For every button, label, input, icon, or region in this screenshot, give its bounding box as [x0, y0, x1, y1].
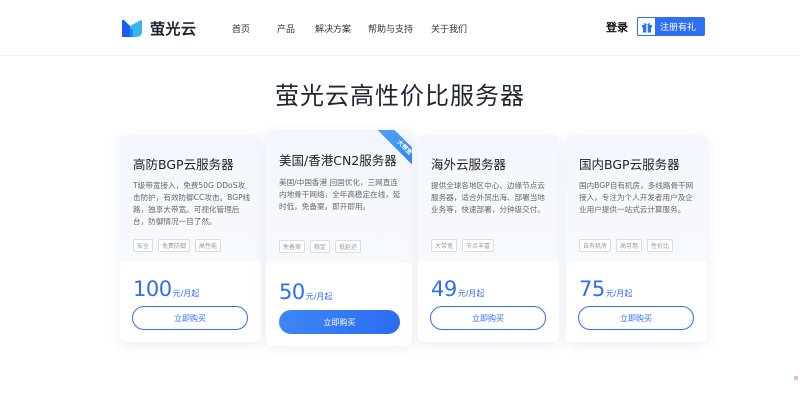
- firefly-logo-icon: [122, 19, 142, 37]
- tag: 高可用: [616, 239, 643, 252]
- card-price: 50 元/月起: [279, 280, 332, 304]
- price-value: 49: [431, 277, 457, 301]
- tag: 安全: [133, 239, 154, 252]
- page-title: 萤光云高性价比服务器: [275, 82, 525, 110]
- brand-name: 萤光云: [150, 19, 197, 38]
- card-description: 国内BGP自有机房，多线路骨干网接入，专注为个人开发者用户及企业用户提供一站式云…: [579, 181, 694, 214]
- buy-now-button[interactable]: 立即购买: [430, 306, 546, 330]
- tag: 免备案: [279, 240, 306, 253]
- login-link[interactable]: 登录: [606, 19, 628, 35]
- tag: 大带宽: [431, 239, 458, 252]
- card-description: T级带宽接入，免费50G DDoS攻击防护，有效防御CC攻击。BGP线路，独享大…: [133, 181, 251, 226]
- top-navbar: 萤光云 首页 产品 解决方案 帮助与支持 关于我们 登录 注册有礼: [0, 0, 800, 56]
- price-value: 100: [133, 277, 172, 301]
- gift-icon-wrap: [637, 17, 656, 36]
- register-label: 注册有礼: [660, 23, 697, 33]
- card-title: 海外云服务器: [431, 157, 507, 172]
- product-card-us-hk-cn2: 大带宽 美国/香港CN2服务器 美国/中国香港 回国优化，三网直连内地骨干网络，…: [266, 130, 412, 346]
- price-value: 50: [279, 280, 305, 304]
- price-value: 75: [579, 277, 605, 301]
- product-card-domestic-bgp: 国内BGP云服务器 国内BGP自有机房，多线路骨干网接入，专注为个人开发者用户及…: [566, 135, 707, 342]
- nav-item-about[interactable]: 关于我们: [431, 22, 467, 35]
- gift-icon: [641, 22, 652, 32]
- buy-now-button[interactable]: 立即购买: [578, 306, 694, 330]
- nav-item-home[interactable]: 首页: [232, 22, 250, 35]
- card-description: 提供全球各地区中心、边缘节点云服务器，适合外贸出海、部署当地业务等，快速部署，分…: [431, 181, 545, 214]
- tag: 免费防御: [158, 239, 191, 252]
- card-tags: 自有机房 高可用 性价比: [579, 239, 674, 252]
- card-title: 美国/香港CN2服务器: [279, 153, 397, 168]
- buy-now-button[interactable]: 立即购买: [132, 306, 248, 330]
- product-card-overseas: 海外云服务器 提供全球各地区中心、边缘节点云服务器，适合外贸出海、部署当地业务等…: [418, 135, 559, 342]
- tag: 性价比: [647, 239, 674, 252]
- product-card-ddos-bgp: 高防BGP云服务器 T级带宽接入，免费50G DDoS攻击防护，有效防御CC攻击…: [120, 135, 261, 342]
- price-unit: 元/月起: [457, 289, 485, 298]
- tag: 自有机房: [579, 239, 612, 252]
- card-price: 75 元/月起: [579, 277, 632, 301]
- card-tags: 免备案 稳定 低延迟: [279, 240, 362, 253]
- tag: 低延迟: [335, 240, 362, 253]
- card-price: 49 元/月起: [431, 277, 484, 301]
- corner-decoration: [794, 376, 798, 380]
- nav-item-help-support[interactable]: 帮助与支持: [368, 22, 413, 35]
- price-unit: 元/月起: [172, 289, 200, 298]
- tag: 稳定: [310, 240, 331, 253]
- card-title: 高防BGP云服务器: [133, 157, 234, 172]
- nav-item-solutions[interactable]: 解决方案: [315, 22, 351, 35]
- tag: 节点丰富: [462, 239, 495, 252]
- price-unit: 元/月起: [305, 292, 333, 301]
- register-button[interactable]: 注册有礼: [637, 17, 705, 36]
- card-tags: 安全 免费防御 高性能: [133, 239, 222, 252]
- card-price: 100 元/月起: [133, 277, 199, 301]
- brand-logo[interactable]: 萤光云: [121, 16, 197, 40]
- card-tags: 大带宽 节点丰富: [431, 239, 495, 252]
- card-description: 美国/中国香港 回国优化，三网直连内地骨干网络，全年高稳定在线，延时低，免备案，…: [279, 178, 401, 211]
- tag: 高性能: [195, 239, 222, 252]
- nav-item-products[interactable]: 产品: [277, 22, 295, 35]
- card-title: 国内BGP云服务器: [579, 157, 680, 172]
- buy-now-button[interactable]: 立即购买: [279, 310, 400, 334]
- price-unit: 元/月起: [605, 289, 633, 298]
